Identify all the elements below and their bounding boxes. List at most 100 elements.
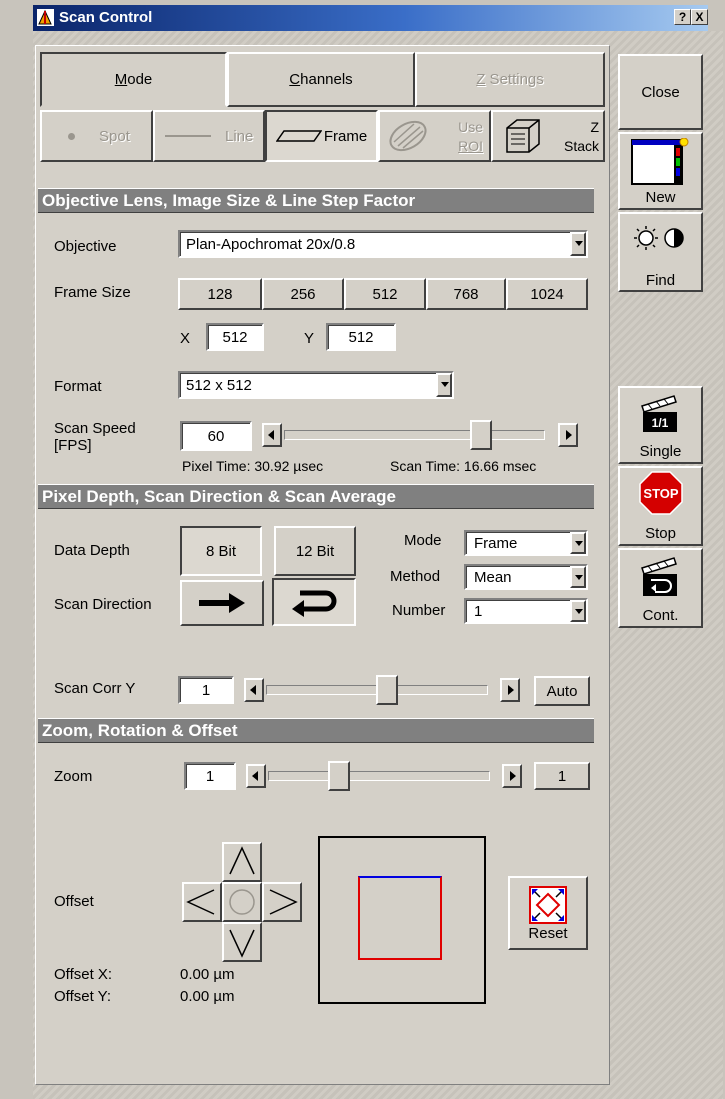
zoom-increase-button[interactable] [502, 764, 522, 788]
z-stack-label: Z Stack [563, 119, 599, 154]
frame-size-128-button[interactable]: 128 [178, 278, 262, 310]
zoom-decrease-button[interactable] [246, 764, 266, 788]
offset-y-label: Offset Y: [54, 988, 111, 1005]
objective-value: Plan-Apochromat 20x/0.8 [186, 235, 356, 253]
scan-corr-slider-thumb[interactable] [376, 675, 398, 705]
frame-size-512-button[interactable]: 512 [344, 278, 426, 310]
reset-label: Reset [528, 924, 568, 942]
average-number-select[interactable]: 1 [464, 598, 588, 624]
stop-icon: STOP [639, 471, 683, 515]
spot-label: Spot [99, 127, 130, 145]
objective-label: Objective [54, 238, 117, 255]
chevron-down-icon[interactable] [570, 566, 586, 588]
offset-left-button[interactable] [182, 882, 222, 922]
tab-z-settings[interactable]: Z Settings [415, 52, 605, 107]
title-bar[interactable]: Scan Control ? X [33, 5, 708, 31]
zoom-label: Zoom [54, 768, 93, 785]
offset-right-button[interactable] [262, 882, 302, 922]
offset-up-button[interactable] [222, 842, 262, 882]
help-button[interactable]: ? [674, 9, 691, 25]
auto-button[interactable]: Auto [534, 676, 590, 706]
tab-z-settings-label: Z Settings [476, 71, 544, 88]
chevron-down-icon[interactable] [570, 600, 586, 622]
stop-button[interactable]: STOP Stop [618, 466, 703, 546]
scan-field-preview[interactable] [318, 836, 486, 1004]
average-method-select[interactable]: Mean [464, 564, 588, 590]
average-method-value: Mean [474, 568, 512, 586]
average-number-value: 1 [474, 602, 483, 620]
frame-icon [275, 130, 322, 142]
continuous-scan-icon [641, 557, 677, 596]
z-stack-icon [506, 119, 540, 153]
scan-corr-decrease-button[interactable] [244, 678, 264, 702]
section-zoom-header: Zoom, Rotation & Offset [38, 718, 594, 743]
scan-speed-slider-track[interactable] [284, 430, 545, 440]
12-bit-button[interactable]: 12 Bit [274, 526, 356, 576]
line-mode-button[interactable]: Line [153, 110, 265, 162]
section-pixel-depth-header: Pixel Depth, Scan Direction & Scan Avera… [38, 484, 594, 509]
x-label: X [180, 330, 191, 347]
bidirectional-scan-button[interactable] [272, 578, 356, 626]
new-button[interactable]: New [618, 132, 703, 210]
z-stack-button[interactable]: Z Stack [491, 110, 605, 162]
format-select[interactable]: 512 x 512 [178, 371, 454, 399]
find-button[interactable]: Find [618, 212, 703, 292]
zoom-input[interactable]: 1 [184, 762, 236, 790]
frame-size-768-button[interactable]: 768 [426, 278, 506, 310]
scan-corr-increase-button[interactable] [500, 678, 520, 702]
triangle-left-icon [186, 889, 215, 915]
pixel-time-readout: Pixel Time: 30.92 µsec [182, 458, 324, 474]
frame-size-1024-button[interactable]: 1024 [506, 278, 588, 310]
zoom-slider-track[interactable] [268, 771, 490, 781]
average-mode-select[interactable]: Frame [464, 530, 588, 556]
chevron-down-icon[interactable] [570, 232, 586, 256]
number-label: Number [392, 602, 446, 619]
roi-icon [389, 120, 427, 152]
svg-text:1/1: 1/1 [652, 416, 669, 430]
single-button[interactable]: 1/1 Single [618, 386, 703, 464]
scan-speed-decrease-button[interactable] [262, 423, 282, 447]
scan-time-readout: Scan Time: 16.66 msec [390, 458, 537, 474]
use-roi-button[interactable]: Use ROI [378, 110, 491, 162]
x-size-input[interactable]: 512 [206, 323, 264, 351]
data-depth-label: Data Depth [54, 542, 130, 559]
scan-speed-slider-thumb[interactable] [470, 420, 493, 450]
frame-label: Frame [323, 127, 368, 145]
triangle-up-icon [229, 846, 255, 875]
reset-icon [529, 885, 567, 924]
close-button[interactable]: Close [618, 54, 703, 130]
unidirectional-scan-button[interactable] [180, 580, 264, 626]
tab-channels[interactable]: Channels [227, 52, 415, 107]
scan-region-box[interactable] [358, 876, 442, 960]
frame-mode-button[interactable]: Frame [265, 110, 378, 162]
close-window-button[interactable]: X [691, 9, 708, 25]
chevron-down-icon[interactable] [570, 532, 586, 554]
scan-corr-y-input[interactable]: 1 [178, 676, 234, 704]
format-value: 512 x 512 [186, 376, 252, 394]
reset-button[interactable]: Reset [508, 876, 588, 950]
scan-speed-input[interactable]: 60 [180, 421, 252, 451]
y-size-input[interactable]: 512 [326, 323, 396, 351]
chevron-down-icon[interactable] [436, 373, 452, 397]
format-label: Format [54, 378, 102, 395]
offset-label: Offset [54, 893, 94, 910]
8-bit-button[interactable]: 8 Bit [180, 526, 262, 576]
triangle-down-icon [229, 929, 255, 958]
objective-select[interactable]: Plan-Apochromat 20x/0.8 [178, 230, 588, 258]
spot-mode-button[interactable]: Spot [40, 110, 153, 162]
offset-center-button[interactable] [222, 882, 262, 922]
offset-down-button[interactable] [222, 922, 262, 962]
tab-mode[interactable]: Mode [40, 52, 227, 107]
frame-size-256-button[interactable]: 256 [262, 278, 344, 310]
scan-speed-label: Scan Speed [FPS] [54, 420, 136, 454]
find-brightness-icon [634, 226, 684, 250]
arrow-right-icon [199, 593, 245, 613]
scan-direction-label: Scan Direction [54, 596, 152, 613]
line-icon [165, 135, 211, 137]
continuous-button[interactable]: Cont. [618, 548, 703, 628]
scan-speed-increase-button[interactable] [558, 423, 578, 447]
zoom-slider-thumb[interactable] [328, 761, 350, 791]
offset-x-value: 0.00 µm [180, 966, 235, 983]
method-label: Method [390, 568, 441, 585]
scan-control-window: Scan Control ? X Mode Channels Z Setting… [0, 0, 725, 1099]
